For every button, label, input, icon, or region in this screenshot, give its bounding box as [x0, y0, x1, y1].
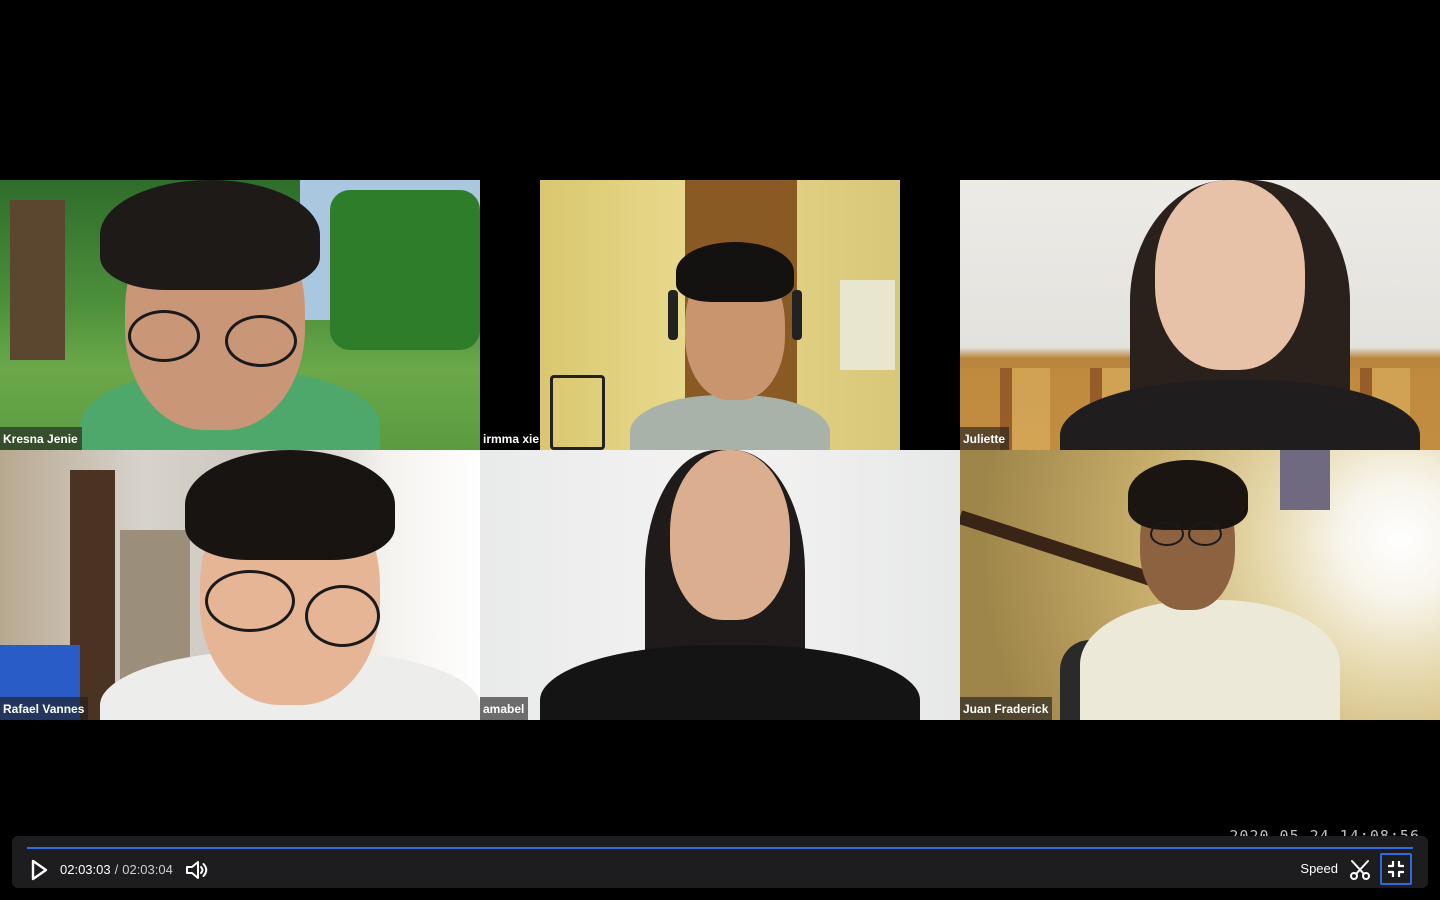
progress-bar[interactable]: [27, 847, 1413, 849]
time-separator: /: [114, 862, 119, 877]
volume-icon: [186, 861, 208, 879]
current-time: 02:03:03: [60, 862, 111, 877]
video-tile-juliette[interactable]: Juliette: [960, 180, 1440, 450]
video-stage: Kresna Jenie irmma xie Juliette Rafael V…: [0, 0, 1440, 900]
participant-name: Rafael Vannes: [0, 697, 89, 720]
play-button[interactable]: [24, 856, 52, 884]
volume-button[interactable]: [184, 858, 210, 882]
duration: 02:03:04: [122, 862, 173, 877]
video-tile-irmma[interactable]: irmma xie: [480, 180, 960, 450]
clip-button[interactable]: [1348, 858, 1372, 882]
play-icon: [31, 859, 48, 881]
control-row: 02:03:03/02:03:04 Speed: [12, 853, 1428, 885]
speed-button[interactable]: Speed: [1300, 861, 1338, 876]
progress-fill: [27, 847, 1413, 849]
video-tile-amabel[interactable]: amabel: [480, 450, 960, 720]
exit-fullscreen-button[interactable]: [1380, 853, 1412, 885]
video-tile-kresna[interactable]: Kresna Jenie: [0, 180, 480, 450]
player-control-bar: 02:03:03/02:03:04 Speed: [12, 836, 1428, 888]
participant-name: Kresna Jenie: [0, 427, 82, 450]
time-display: 02:03:03/02:03:04: [60, 862, 173, 877]
scissors-icon: [1350, 860, 1370, 880]
participant-name: Juliette: [960, 427, 1010, 450]
participant-name: amabel: [480, 697, 529, 720]
exit-fullscreen-icon: [1388, 861, 1404, 877]
participant-name: irmma xie: [483, 432, 540, 446]
participant-name: Juan Fraderick: [960, 697, 1053, 720]
video-tile-juan[interactable]: Juan Fraderick: [960, 450, 1440, 720]
video-tile-rafael[interactable]: Rafael Vannes: [0, 450, 480, 720]
